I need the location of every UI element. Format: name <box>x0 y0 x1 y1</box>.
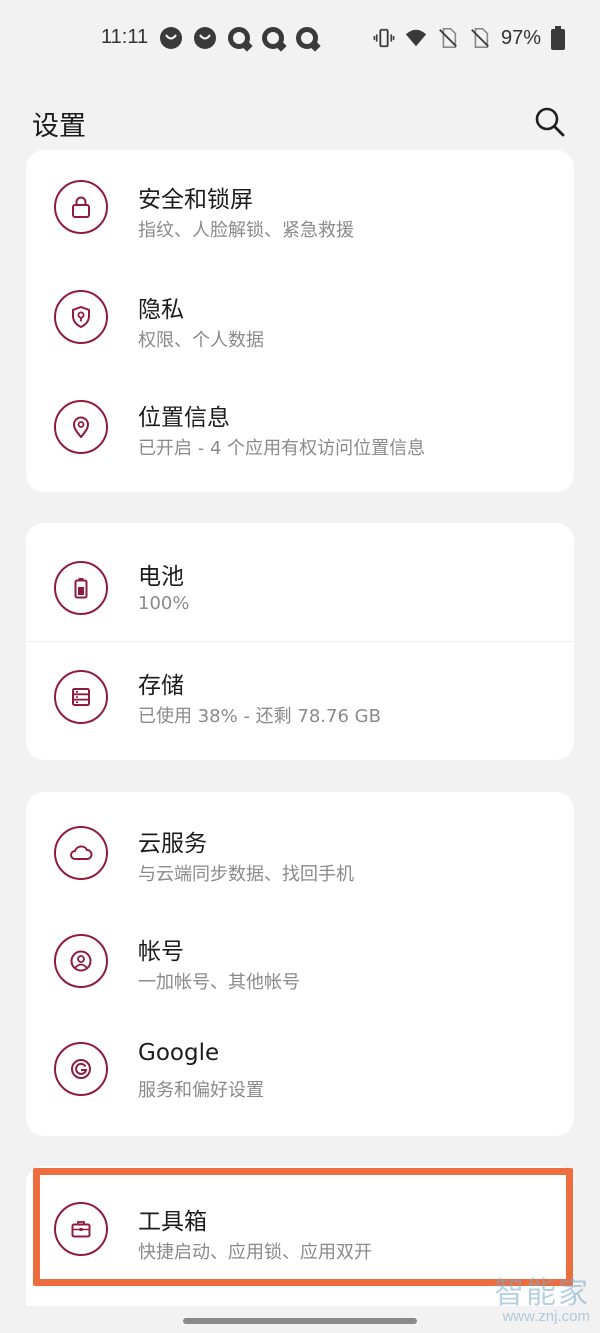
search-button[interactable] <box>530 102 570 142</box>
notification-q-icon <box>296 26 319 49</box>
watermark: 智能家 www.znj.com <box>494 1268 590 1325</box>
battery-icon <box>551 26 565 50</box>
lock-icon <box>54 180 108 234</box>
item-title: 云服务 <box>138 831 207 857</box>
item-subtitle: 服务和偏好设置 <box>138 1080 264 1101</box>
item-subtitle: 与云端同步数据、找回手机 <box>138 864 354 885</box>
item-subtitle: 指纹、人脸解锁、紧急救援 <box>138 220 354 241</box>
item-title: 隐私 <box>138 297 184 323</box>
cloud-icon <box>54 826 108 880</box>
notification-q-icon <box>228 26 251 49</box>
notification-circle-icon <box>194 26 217 49</box>
settings-item-security-lockscreen[interactable]: 安全和锁屏 指纹、人脸解锁、紧急救援 <box>26 150 574 258</box>
page-title: 设置 <box>32 111 86 142</box>
settings-item-storage[interactable]: 存储 已使用 38% - 还剩 78.76 GB <box>26 642 574 750</box>
notification-q-icon <box>262 26 285 49</box>
battery-icon <box>54 561 108 615</box>
item-title: 安全和锁屏 <box>138 187 253 213</box>
watermark-url: www.znj.com <box>502 1308 590 1325</box>
status-bar-left: 11:11 <box>101 26 319 49</box>
battery-percent: 97% <box>500 26 541 49</box>
item-subtitle: 已使用 38% - 还剩 78.76 GB <box>138 706 381 727</box>
item-title: 帐号 <box>138 939 184 965</box>
settings-item-location[interactable]: 位置信息 已开启 - 4 个应用有权访问位置信息 <box>26 366 574 474</box>
wifi-icon <box>405 29 427 47</box>
no-sim-icon <box>439 28 457 48</box>
item-title: Google <box>138 1040 220 1066</box>
privacy-shield-icon <box>54 290 108 344</box>
settings-item-privacy[interactable]: 隐私 权限、个人数据 <box>26 258 574 366</box>
status-bar: 11:11 97% <box>0 0 600 78</box>
header: 设置 <box>0 100 600 146</box>
settings-group-3: 云服务 与云端同步数据、找回手机 帐号 一加帐号、其他帐号 Google 服务和… <box>26 792 574 1136</box>
item-subtitle: 已开启 - 4 个应用有权访问位置信息 <box>138 438 426 459</box>
item-title: 存储 <box>138 673 184 699</box>
status-bar-right: 97% <box>373 26 565 50</box>
watermark-text: 智能家 <box>494 1276 590 1311</box>
item-subtitle: 100% <box>138 593 190 614</box>
account-icon <box>54 934 108 988</box>
item-subtitle: 一加帐号、其他帐号 <box>138 972 300 993</box>
settings-item-battery[interactable]: 电池 100% <box>26 523 574 631</box>
location-pin-icon <box>54 400 108 454</box>
storage-icon <box>54 670 108 724</box>
settings-item-google[interactable]: Google 服务和偏好设置 <box>26 1008 574 1116</box>
no-sim-icon <box>471 28 489 48</box>
settings-group-2: 电池 100% 存储 已使用 38% - 还剩 78.76 GB <box>26 523 574 760</box>
google-icon <box>54 1042 108 1096</box>
home-indicator[interactable] <box>183 1318 417 1324</box>
item-title: 位置信息 <box>138 405 230 431</box>
item-subtitle: 权限、个人数据 <box>138 330 264 351</box>
highlight-box <box>33 1168 573 1286</box>
notification-circle-icon <box>160 26 183 49</box>
vibrate-icon <box>373 28 395 48</box>
settings-item-cloud[interactable]: 云服务 与云端同步数据、找回手机 <box>26 792 574 900</box>
item-title: 电池 <box>138 564 184 590</box>
settings-item-account[interactable]: 帐号 一加帐号、其他帐号 <box>26 900 574 1008</box>
search-icon <box>535 107 565 137</box>
clock: 11:11 <box>101 26 149 48</box>
settings-group-1: 安全和锁屏 指纹、人脸解锁、紧急救援 隐私 权限、个人数据 位置信息 已开启 -… <box>26 150 574 492</box>
